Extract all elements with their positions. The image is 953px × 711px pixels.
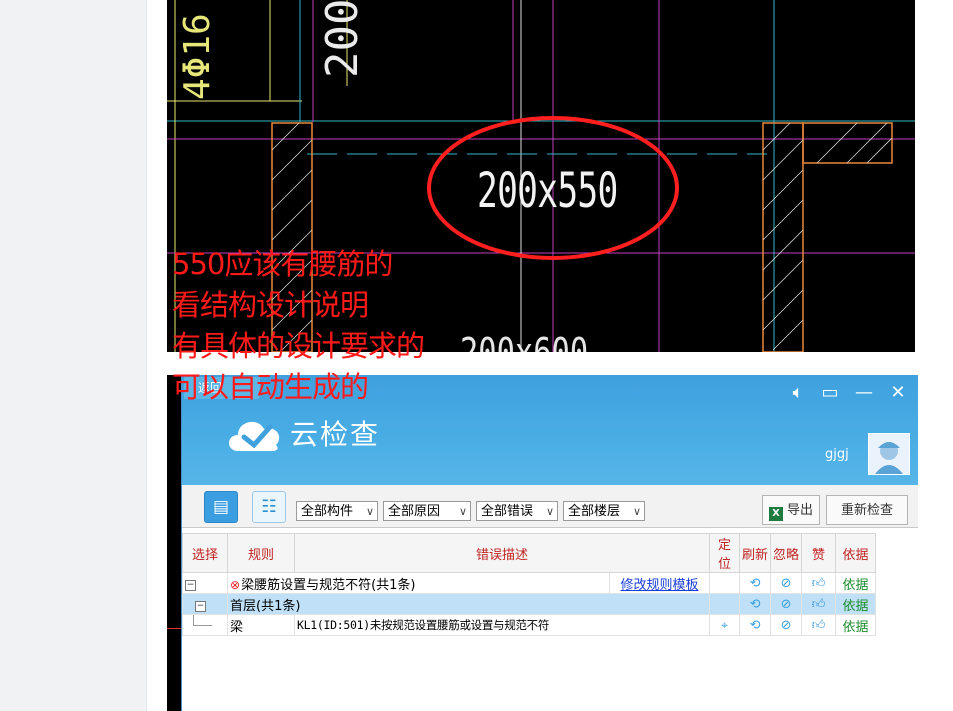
col-description[interactable]: 错误描述 [293,533,711,573]
annotation-line: 550应该有腰筋的 [172,247,393,281]
error-icon: ⊗ [230,577,241,592]
chevron-down-icon: ∨ [365,505,374,518]
chat-icon[interactable]: ▭ [818,383,842,403]
col-ignore[interactable]: 忽略 [770,533,803,573]
column-dimension-label: 200x [317,0,368,78]
ignore-icon[interactable]: ⊘ [781,618,792,633]
component-type: 梁 [227,614,295,636]
toolbar: ▤ ☷ 全部构件 ∨ 全部原因 ∨ 全部错误 ∨ 全部楼层 ∨ X 导出 重新检查 [182,485,918,528]
col-select[interactable]: 选择 [182,533,228,573]
chevron-down-icon: ∨ [545,505,554,518]
basis-link[interactable]: 依据 [835,593,877,615]
ignore-icon[interactable]: ⊘ [781,576,792,591]
annotation-note: 550应该有腰筋的 看结构设计说明 有具体的设计要求的 可以自动生成的 [172,244,425,408]
right-margin [915,0,953,711]
edit-rule-template-link[interactable]: 修改规则模板 [621,578,699,593]
tree-connector [193,615,212,626]
beam-dimension-label: 200x550 [477,163,618,219]
cloud-check-window-area: 返回 云检查 🔈︎ ▭ — ✕ gjgj ▤ ☷ 全部构件 ∨ 全部原因 ∨ 全… [167,375,918,711]
minimize-icon[interactable]: — [852,383,876,403]
floor-label: 首层(共1条) [226,593,711,615]
col-locate[interactable]: 定位 [709,533,741,573]
annotation-line: 可以自动生成的 [172,370,369,404]
component-filter[interactable]: 全部构件 ∨ [296,501,378,521]
error-filter[interactable]: 全部错误 ∨ [476,501,558,521]
col-rule[interactable]: 规则 [227,533,295,573]
refresh-icon[interactable]: ⟲ [750,597,761,612]
table-header: 选择 规则 错误描述 定位 刷新 忽略 赞 依据 [182,533,877,573]
lower-dimension-label: 200x600 [460,330,589,352]
col-like[interactable]: 赞 [801,533,837,573]
like-icon[interactable]: 👍︎ [812,618,826,633]
reason-filter[interactable]: 全部原因 ∨ [383,501,471,521]
cad-background-strip [167,375,181,711]
ignore-icon[interactable]: ⊘ [781,597,792,612]
refresh-icon[interactable]: ⟲ [750,618,761,633]
floor-filter[interactable]: 全部楼层 ∨ [563,501,645,521]
table-row[interactable]: 梁 KL1(ID:501)未按规范设置腰筋或设置与规范不符 ⌖ ⟲ ⊘ 👍︎ 依… [182,614,877,636]
locate-icon[interactable]: ⌖ [721,618,728,632]
col-refresh[interactable]: 刷新 [739,533,772,573]
excel-icon: X [768,507,783,521]
recheck-button[interactable]: 重新检查 [826,495,908,525]
table-row[interactable]: − ⊗梁腰筋设置与规范不符(共1条) 修改规则模板 ⟲ ⊘ 👍︎ 依据 [182,572,877,594]
basis-link[interactable]: 依据 [835,614,877,636]
app-title: 云检查 [290,418,381,451]
username: gjgj [825,447,849,462]
chevron-down-icon: ∨ [632,505,641,518]
close-icon[interactable]: ✕ [886,383,910,403]
collapse-toggle[interactable]: − [195,600,206,612]
volume-icon[interactable]: 🔈︎ [786,383,810,403]
results-table: 选择 规则 错误描述 定位 刷新 忽略 赞 依据 − ⊗梁腰筋设置与规范不符(共… [182,533,877,636]
tree-view-icon[interactable]: ☷ [252,491,286,523]
table-row[interactable]: − 首层(共1条) ⟲ ⊘ 👍︎ 依据 [182,593,877,615]
rule-name: 梁腰筋设置与规范不符(共1条) [241,577,416,593]
cloud-check-logo-icon [229,421,280,451]
avatar-icon[interactable] [868,433,910,475]
annotation-line: 看结构设计说明 [172,288,369,322]
chevron-down-icon: ∨ [458,505,467,518]
cloud-check-window: 返回 云检查 🔈︎ ▭ — ✕ gjgj ▤ ☷ 全部构件 ∨ 全部原因 ∨ 全… [181,375,918,711]
collapse-toggle[interactable]: − [185,579,196,591]
like-icon[interactable]: 👍︎ [812,597,826,612]
like-icon[interactable]: 👍︎ [812,576,826,591]
left-margin [0,0,147,711]
list-view-icon[interactable]: ▤ [204,491,238,523]
annotation-line: 有具体的设计要求的 [172,329,425,363]
col-basis[interactable]: 依据 [835,533,877,573]
basis-link[interactable]: 依据 [835,572,877,594]
export-button[interactable]: X 导出 [762,495,820,525]
error-description: KL1(ID:501)未按规范设置腰筋或设置与规范不符 [293,614,711,636]
rebar-label: 4Φ16 2 [177,0,218,100]
refresh-icon[interactable]: ⟲ [750,576,761,591]
